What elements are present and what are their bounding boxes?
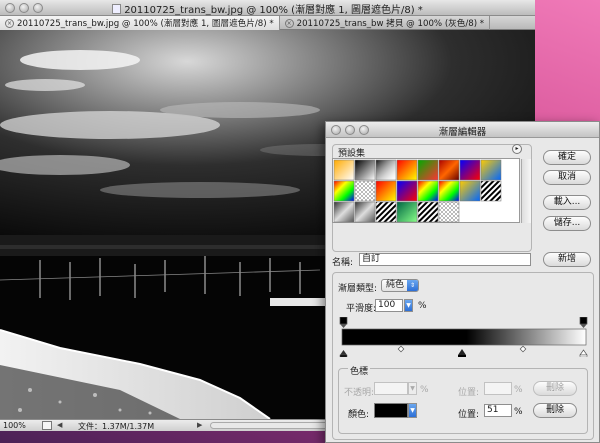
gradient-type-value: 純色 (386, 280, 405, 290)
dialog-title: 漸層編輯器 (438, 127, 487, 138)
document-info-icon[interactable] (42, 421, 52, 430)
document-icon (112, 4, 122, 14)
opacity-label: 不透明: (344, 388, 375, 398)
gradient-type-select[interactable]: 純色 ⇕ (381, 279, 419, 292)
tab-label: 20110725_trans_bw.jpg @ 100% (漸層對應 1, 圖層… (17, 19, 274, 29)
midpoint-icon[interactable] (519, 345, 527, 353)
new-button[interactable]: 新增 (543, 252, 591, 267)
name-input[interactable]: 自訂 (359, 253, 531, 266)
ok-button[interactable]: 確定 (543, 150, 591, 165)
gradient-preview-bar[interactable] (341, 328, 587, 346)
cancel-button[interactable]: 取消 (543, 170, 591, 185)
next-arrow-icon[interactable]: ▶ (197, 421, 202, 429)
document-title: 20110725_trans_bw.jpg @ 100% (漸層對應 1, 圖層… (0, 1, 535, 16)
preset-scrollbar[interactable] (521, 159, 531, 223)
document-tab[interactable]: × 20110725_trans_bw 拷貝 @ 100% (灰色/8) * (280, 16, 491, 30)
close-icon[interactable]: × (284, 18, 294, 28)
location-percent-top: % (514, 385, 523, 395)
stops-label: 色標 (348, 364, 371, 377)
opacity-dropdown-arrow-icon: ▼ (408, 382, 417, 395)
delete-button-bottom[interactable]: 刪除 (533, 403, 577, 418)
smoothness-percent: % (418, 301, 427, 311)
location-label-bottom: 位置: (458, 410, 480, 420)
document-tab-active[interactable]: × 20110725_trans_bw.jpg @ 100% (漸層對應 1, … (0, 16, 280, 30)
location-input-bottom[interactable]: 51 (484, 404, 512, 417)
zoom-level[interactable]: 100% (3, 421, 26, 430)
opacity-input (374, 382, 408, 395)
gradient-type-label: 漸層類型: (338, 284, 378, 294)
document-titlebar[interactable]: 20110725_trans_bw.jpg @ 100% (漸層對應 1, 圖層… (0, 0, 535, 16)
midpoint-icon[interactable] (397, 345, 405, 353)
document-tab-bar: × 20110725_trans_bw.jpg @ 100% (漸層對應 1, … (0, 16, 535, 30)
dialog-titlebar[interactable]: 漸層編輯器 (326, 122, 599, 138)
color-stop-left[interactable] (339, 350, 348, 357)
document-size-info: 文件：1.37M/1.37M (78, 422, 155, 431)
stop-color-swatch[interactable] (374, 403, 408, 418)
location-label-top: 位置: (458, 388, 480, 398)
opacity-stop-left[interactable] (339, 317, 348, 328)
smoothness-input[interactable]: 100 (375, 299, 403, 312)
delete-button-top: 刪除 (533, 381, 577, 396)
color-label: 顏色: (348, 410, 370, 420)
document-title-text: 20110725_trans_bw.jpg @ 100% (漸層對應 1, 圖層… (124, 5, 423, 16)
opacity-stop-right[interactable] (579, 317, 588, 328)
color-stops-group (338, 368, 588, 434)
preset-swatches (333, 159, 502, 223)
save-button[interactable]: 儲存... (543, 216, 591, 231)
tab-label: 20110725_trans_bw 拷貝 @ 100% (灰色/8) * (296, 19, 485, 29)
gradient-editor-dialog: 漸層編輯器 預設集 ▸ 確定 取消 載入... 儲存... 名稱: 自訂 新增 … (325, 121, 600, 443)
location-percent-bottom: % (514, 407, 523, 417)
color-stop-selected[interactable] (458, 349, 466, 357)
prev-arrow-icon[interactable]: ◀ (57, 421, 62, 429)
opacity-percent: % (420, 385, 429, 395)
color-stop-right[interactable] (579, 349, 588, 357)
gradient-bar-area (339, 317, 588, 357)
smoothness-label: 平滑度: (346, 304, 377, 314)
presets-menu-arrow-icon[interactable]: ▸ (512, 144, 522, 154)
popup-arrow-icon: ⇕ (407, 280, 418, 291)
name-label: 名稱: (332, 258, 354, 268)
close-icon[interactable]: × (5, 18, 14, 28)
load-button[interactable]: 載入... (543, 195, 591, 210)
smoothness-dropdown-arrow-icon[interactable]: ▼ (404, 299, 413, 312)
location-input-top (484, 382, 512, 395)
color-dropdown-arrow-icon[interactable]: ▼ (408, 403, 417, 418)
preset-swatch-grid[interactable] (332, 158, 531, 223)
